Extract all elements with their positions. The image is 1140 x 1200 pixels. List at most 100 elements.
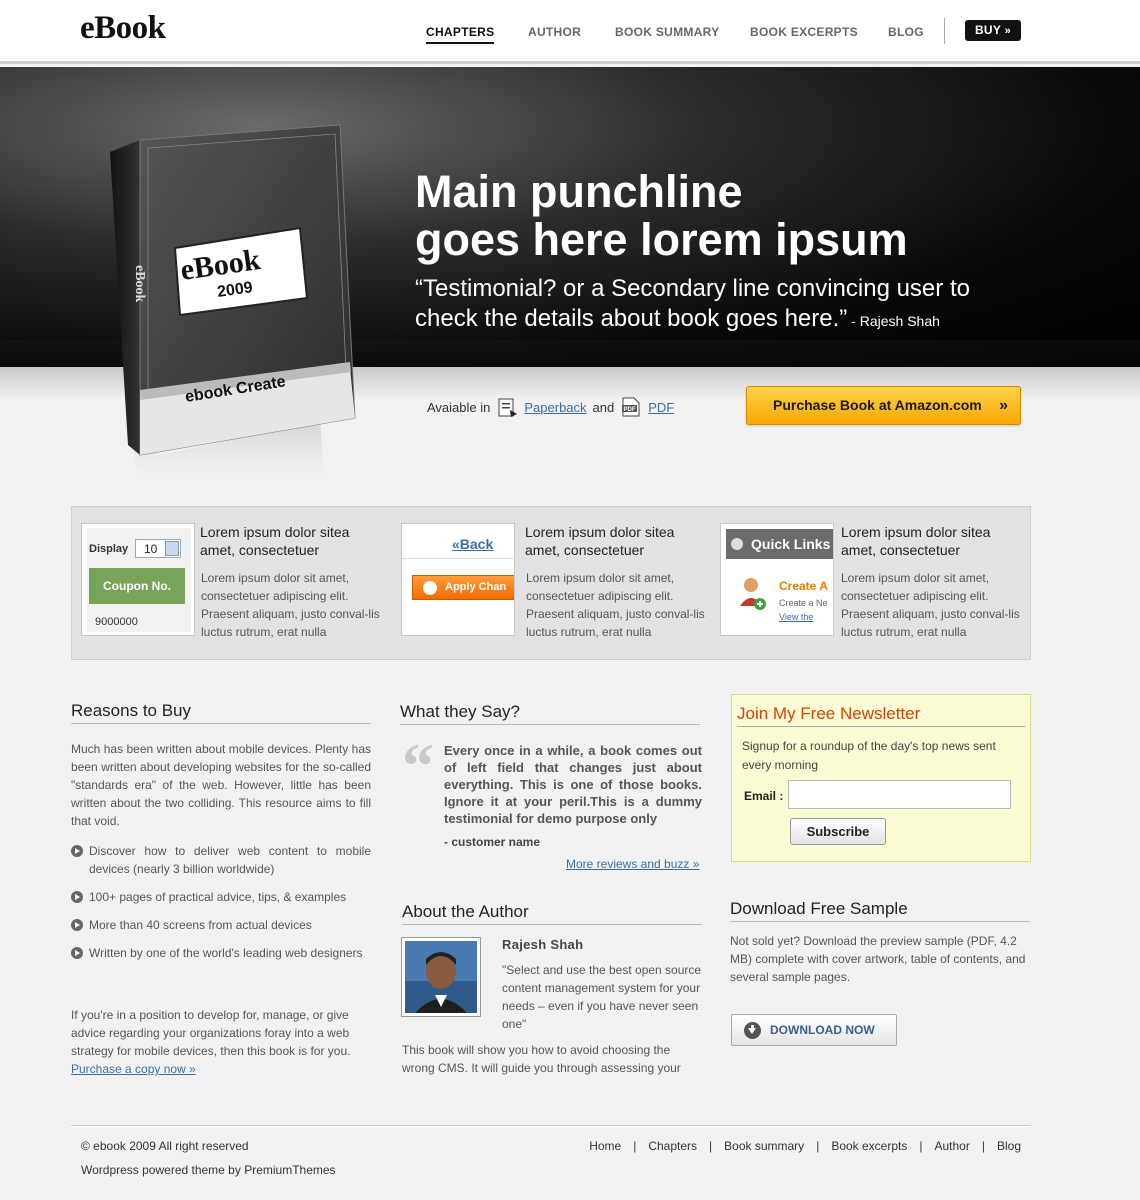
book-cover-image: eBook eBook 2009 ebook Create (100, 100, 370, 490)
newsletter-box: Join My Free Newsletter Signup for a rou… (731, 694, 1031, 862)
chevron-right-icon: » (1004, 25, 1012, 37)
pdf-icon: PDF (620, 396, 642, 418)
hero-subheadline: “Testimonial? or a Secondary line convin… (415, 274, 1035, 336)
features-strip: Display 10 Coupon No. 9000000 Lorem ipsu… (71, 506, 1031, 660)
nav-item-book-excerpts[interactable]: BOOK EXCERPTS (750, 25, 858, 39)
email-field[interactable] (788, 780, 1011, 809)
author-heading: About the Author (402, 902, 702, 925)
feature-thumbnail-quicklinks: Quick Links Create A Create a Ne View th… (720, 523, 834, 636)
purchase-amazon-label: Purchase Book at Amazon.com (773, 397, 982, 413)
subscribe-button[interactable]: Subscribe (790, 818, 886, 845)
create-preview-sub: Create a Ne (779, 598, 828, 608)
download-arrow-icon (744, 1022, 761, 1039)
footer-divider (71, 1125, 1031, 1127)
footer-link-chapters[interactable]: Chapters (648, 1139, 697, 1153)
buy-button-label: BUY (974, 23, 1001, 37)
footer-link-blog[interactable]: Blog (997, 1139, 1021, 1153)
purchase-copy-link[interactable]: Purchase a copy now » (71, 1062, 196, 1076)
reasons-outro-block: If you're in a position to develop for, … (71, 1006, 371, 1078)
site-header: eBook CHAPTERS AUTHOR BOOK SUMMARY BOOK … (0, 0, 1140, 64)
coupon-label: Coupon No. (89, 568, 185, 604)
footer-nav: Home | Chapters | Book summary | Book ex… (589, 1139, 1021, 1153)
footer-separator: | (633, 1139, 637, 1153)
footer-separator: | (981, 1139, 985, 1153)
coupon-value: 9000000 (95, 616, 138, 628)
footer-powered-by: Wordpress powered theme by PremiumThemes (81, 1163, 336, 1177)
feature-thumbnail-back: «Back Apply Chan (401, 523, 515, 636)
more-reviews-link[interactable]: More reviews and buzz » (566, 857, 699, 871)
list-item-text: Written by one of the world's leading we… (89, 946, 363, 960)
testimonial-author: - customer name (444, 835, 541, 849)
user-add-icon (739, 576, 766, 610)
reasons-intro: Much has been written about mobile devic… (71, 742, 371, 828)
hero-headline-line2: goes here lorem ipsum (415, 214, 908, 265)
newsletter-subtitle: Signup for a roundup of the day's top ne… (742, 739, 996, 772)
feature-text: Lorem ipsum dolor sit amet, consectetuer… (526, 571, 705, 639)
feature-text: Lorem ipsum dolor sit amet, consectetuer… (201, 571, 380, 639)
footer-copyright: © ebook 2009 All right reserved (81, 1139, 249, 1153)
footer-link-book-excerpts[interactable]: Book excerpts (831, 1139, 907, 1153)
list-item-text: More than 40 screens from actual devices (89, 918, 312, 932)
availability-label: Avaiable in (427, 399, 491, 415)
display-select: 10 (135, 539, 181, 558)
footer-separator: | (919, 1139, 923, 1153)
reasons-heading: Reasons to Buy (71, 701, 371, 724)
list-item: 100+ pages of practical advice, tips, & … (71, 888, 371, 906)
list-item: Discover how to deliver web content to m… (71, 842, 371, 878)
feature-text: Lorem ipsum dolor sit amet, consectetuer… (841, 571, 1020, 639)
hero-headline: Main punchline goes here lorem ipsum (415, 168, 1055, 264)
bullet-play-icon (71, 919, 83, 931)
apply-button-preview-label: Apply Chan (445, 581, 507, 593)
feature-thumbnail-coupon: Display 10 Coupon No. 9000000 (81, 523, 195, 636)
list-item-text: Discover how to deliver web content to m… (89, 844, 371, 876)
minus-icon (731, 538, 743, 550)
availability-and: and (592, 399, 615, 415)
display-select-value: 10 (144, 542, 158, 556)
footer-separator: | (709, 1139, 713, 1153)
quote-icon: “ (402, 730, 434, 801)
reasons-list: Discover how to deliver web content to m… (71, 842, 371, 972)
paperback-icon (496, 396, 518, 418)
reasons-outro: If you're in a position to develop for, … (71, 1008, 351, 1058)
list-item: Written by one of the world's leading we… (71, 944, 371, 962)
hero-testimonial-author: - Rajesh Shah (847, 313, 940, 329)
feature-title: Lorem ipsum dolor sitea amet, consectetu… (525, 524, 675, 558)
email-label: Email : (744, 789, 784, 803)
purchase-amazon-button[interactable]: Purchase Book at Amazon.com » (746, 386, 1021, 425)
feature-title: Lorem ipsum dolor sitea amet, consectetu… (200, 524, 350, 558)
bullet-play-icon (71, 891, 83, 903)
pdf-link[interactable]: PDF (648, 400, 674, 415)
quick-links-preview: Quick Links (726, 529, 833, 559)
hero-headline-line1: Main punchline (415, 166, 743, 217)
nav-divider (944, 18, 945, 44)
bullet-play-icon (71, 947, 83, 959)
view-preview-link: View the (779, 612, 814, 622)
feature-title: Lorem ipsum dolor sitea amet, consectetu… (841, 524, 991, 558)
buy-button[interactable]: BUY » (965, 20, 1021, 41)
double-chevron-right-icon: » (999, 397, 1008, 414)
testimonial-heading: What they Say? (400, 702, 700, 725)
display-label: Display (89, 543, 129, 555)
footer-link-home[interactable]: Home (589, 1139, 621, 1153)
paperback-link[interactable]: Paperback (524, 400, 586, 415)
nav-item-blog[interactable]: BLOG (888, 25, 924, 39)
nav-item-book-summary[interactable]: BOOK SUMMARY (615, 25, 720, 39)
nav-item-chapters[interactable]: CHAPTERS (426, 25, 495, 44)
download-text: Not sold yet? Download the preview sampl… (730, 934, 1026, 984)
chevron-down-icon (165, 541, 179, 556)
list-item: More than 40 screens from actual devices (71, 916, 371, 934)
author-quote: "Select and use the best open source con… (502, 963, 702, 1031)
author-name: Rajesh Shah (502, 937, 584, 952)
testimonial-quote: Every once in a while, a book comes out … (444, 743, 702, 826)
back-link-preview: «Back (452, 536, 494, 552)
quick-links-preview-label: Quick Links (751, 536, 831, 552)
footer-link-author[interactable]: Author (934, 1139, 969, 1153)
list-item-text: 100+ pages of practical advice, tips, & … (89, 890, 347, 904)
footer-link-book-summary[interactable]: Book summary (724, 1139, 804, 1153)
footer-separator: | (816, 1139, 820, 1153)
download-now-button[interactable]: DOWNLOAD NOW (731, 1014, 897, 1046)
download-now-label: DOWNLOAD NOW (770, 1023, 875, 1037)
check-icon (423, 581, 437, 595)
nav-item-author[interactable]: AUTHOR (528, 25, 581, 39)
author-bio: This book will show you how to avoid cho… (402, 1043, 681, 1075)
